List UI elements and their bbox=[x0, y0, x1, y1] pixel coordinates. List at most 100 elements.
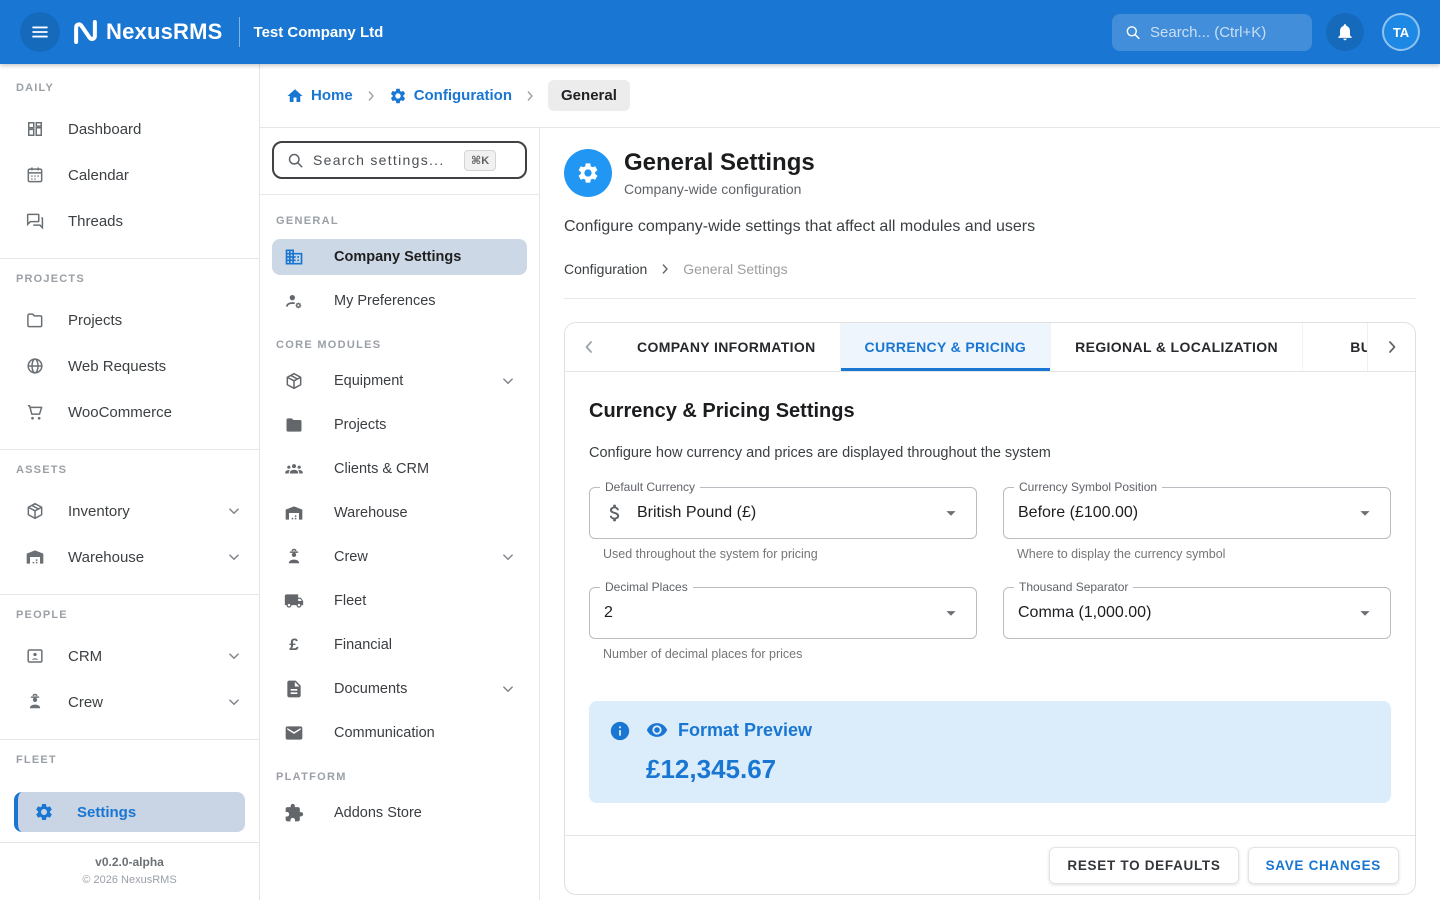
decimal-places-select[interactable]: Decimal Places 2 bbox=[589, 587, 977, 639]
gear-icon bbox=[576, 161, 600, 185]
settings-item-projects[interactable]: Projects bbox=[272, 407, 527, 443]
page-icon-circle bbox=[564, 149, 612, 197]
field-value: British Pound (£) bbox=[637, 504, 940, 522]
divider bbox=[564, 298, 1416, 299]
settings-search[interactable]: ⌘K bbox=[272, 141, 527, 179]
notifications-button[interactable] bbox=[1326, 13, 1364, 51]
chevron-down-icon bbox=[499, 548, 517, 566]
chevron-down-icon bbox=[499, 372, 517, 390]
thousand-separator-select[interactable]: Thousand Separator Comma (1,000.00) bbox=[1003, 587, 1391, 639]
tab-business[interactable]: BUSINESS bbox=[1302, 323, 1367, 371]
sidebar-item-crew[interactable]: Crew bbox=[0, 679, 259, 725]
sidebar-item-woocommerce[interactable]: WooCommerce bbox=[0, 389, 259, 435]
field-label: Currency Symbol Position bbox=[1014, 480, 1162, 494]
sub-breadcrumb-configuration[interactable]: Configuration bbox=[564, 261, 647, 277]
sidebar-item-calendar[interactable]: Calendar bbox=[0, 152, 259, 198]
currency-symbol-position-select[interactable]: Currency Symbol Position Before (£100.00… bbox=[1003, 487, 1391, 539]
settings-item-warehouse[interactable]: Warehouse bbox=[272, 495, 527, 531]
brand[interactable]: NexusRMS bbox=[68, 17, 223, 47]
document-icon bbox=[284, 679, 304, 699]
globe-icon bbox=[25, 356, 45, 376]
field-value: Comma (1,000.00) bbox=[1018, 604, 1354, 622]
user-avatar[interactable]: TA bbox=[1382, 13, 1420, 51]
chevron-down-icon bbox=[225, 548, 243, 566]
breadcrumb-home[interactable]: Home bbox=[286, 87, 353, 105]
field-helper: Used throughout the system for pricing bbox=[603, 547, 977, 561]
settings-item-crew[interactable]: Crew bbox=[272, 539, 527, 575]
card-footer: RESET TO DEFAULTS SAVE CHANGES bbox=[565, 835, 1415, 894]
sidebar-item-crm[interactable]: CRM bbox=[0, 633, 259, 679]
contact-card-icon bbox=[25, 646, 45, 666]
tab-currency-pricing[interactable]: CURRENCY & PRICING bbox=[840, 323, 1051, 371]
chevron-down-icon bbox=[225, 647, 243, 665]
dollar-icon bbox=[604, 502, 626, 524]
sidebar-item-projects[interactable]: Projects bbox=[0, 297, 259, 343]
tabs-scroll-left-button[interactable] bbox=[565, 323, 613, 371]
copyright: © 2026 NexusRMS bbox=[0, 874, 259, 886]
field-label: Default Currency bbox=[600, 480, 700, 494]
chevron-right-icon bbox=[363, 88, 379, 104]
settings-item-communication[interactable]: Communication bbox=[272, 715, 527, 751]
envelope-icon bbox=[284, 723, 304, 743]
hamburger-menu-button[interactable] bbox=[20, 12, 60, 52]
breadcrumb-configuration[interactable]: Configuration bbox=[389, 87, 512, 105]
forum-icon bbox=[25, 211, 45, 231]
sidebar-item-web-requests[interactable]: Web Requests bbox=[0, 343, 259, 389]
dropdown-caret-icon bbox=[1354, 502, 1376, 524]
person-gear-icon bbox=[284, 291, 304, 311]
sidebar-item-threads[interactable]: Threads bbox=[0, 198, 259, 244]
settings-search-input[interactable] bbox=[313, 152, 455, 168]
settings-item-fleet[interactable]: Fleet bbox=[272, 583, 527, 619]
home-icon bbox=[286, 87, 304, 105]
tab-company-information[interactable]: COMPANY INFORMATION bbox=[613, 323, 840, 371]
sidebar-item-settings[interactable]: Settings bbox=[14, 792, 245, 832]
currency-pricing-panel: Currency & Pricing Settings Configure ho… bbox=[565, 372, 1415, 835]
puzzle-icon bbox=[284, 803, 304, 823]
search-icon bbox=[1124, 22, 1141, 42]
settings-item-documents[interactable]: Documents bbox=[272, 671, 527, 707]
global-search-input[interactable] bbox=[1150, 24, 1300, 41]
main-sidebar: DAILY Dashboard Calendar Threads PROJECT… bbox=[0, 64, 260, 900]
sidebar-item-dashboard[interactable]: Dashboard bbox=[0, 106, 259, 152]
settings-item-financial[interactable]: £ Financial bbox=[272, 627, 527, 663]
truck-icon bbox=[284, 591, 304, 611]
chevron-down-icon bbox=[225, 693, 243, 711]
global-search[interactable] bbox=[1112, 14, 1312, 51]
dropdown-caret-icon bbox=[940, 602, 962, 624]
default-currency-select[interactable]: Default Currency British Pound (£) bbox=[589, 487, 977, 539]
sidebar-item-inventory[interactable]: Inventory bbox=[0, 488, 259, 534]
settings-card: COMPANY INFORMATION CURRENCY & PRICING R… bbox=[564, 322, 1416, 895]
eye-icon bbox=[646, 719, 668, 741]
sidebar-item-warehouse[interactable]: Warehouse bbox=[0, 534, 259, 580]
top-app-bar: NexusRMS Test Company Ltd TA bbox=[0, 0, 1440, 64]
bell-icon bbox=[1335, 22, 1355, 42]
reset-to-defaults-button[interactable]: RESET TO DEFAULTS bbox=[1049, 847, 1238, 884]
settings-item-company-settings[interactable]: Company Settings bbox=[272, 239, 527, 275]
settings-item-addons-store[interactable]: Addons Store bbox=[272, 795, 527, 831]
info-icon bbox=[609, 720, 631, 742]
save-changes-button[interactable]: SAVE CHANGES bbox=[1248, 847, 1399, 884]
sub-breadcrumb: Configuration General Settings bbox=[564, 261, 1416, 277]
tab-regional-localization[interactable]: REGIONAL & LOCALIZATION bbox=[1050, 323, 1302, 371]
chevron-down-icon bbox=[225, 502, 243, 520]
page-title: General Settings bbox=[624, 149, 815, 177]
field-label: Thousand Separator bbox=[1014, 580, 1133, 594]
chevron-right-icon bbox=[1382, 337, 1402, 357]
sidebar-bottom: Settings v0.2.0-alpha © 2026 NexusRMS bbox=[0, 786, 259, 900]
sidebar-footer: v0.2.0-alpha © 2026 NexusRMS bbox=[0, 842, 259, 900]
divider bbox=[0, 449, 259, 450]
field-value: Before (£100.00) bbox=[1018, 504, 1354, 522]
people-group-icon bbox=[284, 459, 304, 479]
panel-description: Configure how currency and prices are di… bbox=[589, 445, 1391, 461]
settings-item-equipment[interactable]: Equipment bbox=[272, 363, 527, 399]
warehouse-icon bbox=[284, 503, 304, 523]
field-helper: Where to display the currency symbol bbox=[1017, 547, 1391, 561]
settings-item-my-preferences[interactable]: My Preferences bbox=[272, 283, 527, 319]
worker-icon bbox=[284, 547, 304, 567]
settings-item-clients-crm[interactable]: Clients & CRM bbox=[272, 451, 527, 487]
tabs-scroll-right-button[interactable] bbox=[1367, 323, 1415, 371]
dashboard-icon bbox=[25, 119, 45, 139]
brand-divider bbox=[239, 17, 240, 47]
settings-section-platform: PLATFORM bbox=[276, 771, 523, 783]
breadcrumb: Home Configuration General bbox=[260, 64, 1440, 128]
